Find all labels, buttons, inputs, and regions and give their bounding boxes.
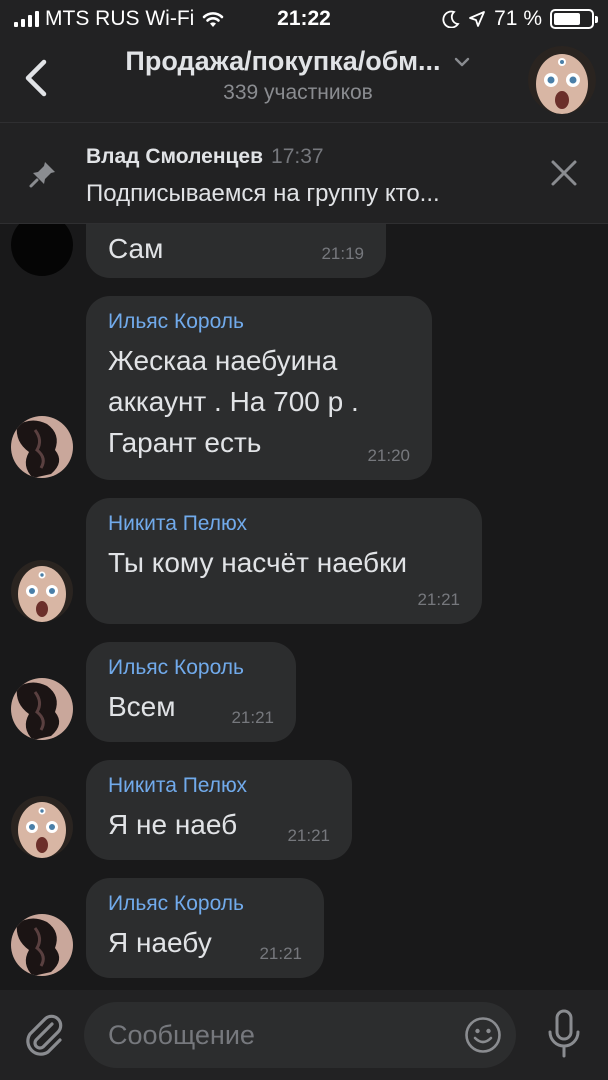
status-bar: MTS RUS Wi-Fi 21:22 71 % — [0, 0, 608, 38]
moon-icon — [442, 10, 460, 28]
status-right: 71 % — [442, 7, 598, 31]
avatar[interactable] — [11, 914, 73, 976]
avatar[interactable] — [11, 416, 73, 478]
avatar[interactable] — [11, 796, 73, 858]
battery-icon — [550, 9, 598, 29]
avatar[interactable] — [11, 224, 73, 276]
message-time: 21:21 — [287, 826, 330, 845]
back-chevron-icon[interactable] — [18, 56, 58, 100]
pin-icon — [29, 162, 55, 188]
pinned-author-name: Влад Смоленцев — [86, 145, 264, 168]
pinned-message[interactable]: Влад Смоленцев 17:37 Подписываемся на гру… — [0, 123, 608, 224]
battery-level — [554, 13, 580, 25]
location-arrow-icon — [469, 11, 486, 27]
message-text: Жескаа наебуина аккаунт . На 700 р . Гар… — [108, 345, 359, 458]
microphone-icon[interactable] — [546, 1008, 582, 1060]
message-feed[interactable]: Сам 21:19 Ильяс Король Жескаа наебуина а… — [0, 224, 608, 990]
message-bubble[interactable]: Никита Пелюх Я не наеб 21:21 — [86, 760, 352, 860]
paperclip-icon[interactable] — [22, 1012, 66, 1058]
message-time: 21:21 — [259, 944, 302, 963]
close-icon[interactable] — [548, 157, 580, 189]
message-author: Ильяс Король — [108, 892, 244, 915]
chat-title: Продажа/покупка/обм... — [125, 46, 441, 76]
message-text: Ты кому насчёт наебки — [108, 547, 407, 578]
smile-icon[interactable] — [464, 1016, 502, 1054]
message-time: 21:21 — [417, 590, 460, 609]
chat-title-block[interactable]: Продажа/покупка/обм... 339 участников — [88, 46, 508, 105]
message-author: Ильяс Король — [108, 310, 244, 333]
pinned-text: Подписываемся на группу кто... — [86, 180, 440, 207]
pinned-author: Влад Смоленцев 17:37 — [86, 145, 324, 169]
pinned-time: 17:37 — [271, 145, 324, 168]
message-author: Ильяс Король — [108, 656, 244, 679]
message-bubble[interactable]: Ильяс Король Всем 21:21 — [86, 642, 296, 742]
message-input-placeholder: Сообщение — [108, 1020, 255, 1050]
message-text: Сам — [108, 233, 164, 264]
chevron-down-icon — [454, 57, 469, 66]
message-time: 21:21 — [231, 708, 274, 727]
message-time: 21:20 — [367, 446, 410, 465]
message-input[interactable]: Сообщение — [84, 1002, 516, 1068]
message-bubble[interactable]: Ильяс Король Я наебу 21:21 — [86, 878, 324, 978]
message-bubble[interactable]: Ильяс Король Жескаа наебуина аккаунт . Н… — [86, 296, 432, 480]
message-time: 21:19 — [321, 244, 364, 263]
chat-avatar[interactable] — [528, 46, 596, 114]
member-count: 339 участников — [223, 81, 373, 104]
avatar[interactable] — [11, 560, 73, 622]
battery-percent: 71 % — [494, 7, 542, 30]
message-author: Никита Пелюх — [108, 512, 248, 535]
message-bubble[interactable]: Сам 21:19 — [86, 224, 386, 278]
chat-header: Продажа/покупка/обм... 339 участников — [0, 38, 608, 123]
avatar[interactable] — [11, 678, 73, 740]
message-author: Никита Пелюх — [108, 774, 248, 797]
message-composer: Сообщение — [0, 990, 608, 1080]
message-bubble[interactable]: Никита Пелюх Ты кому насчёт наебки 21:21 — [86, 498, 482, 624]
